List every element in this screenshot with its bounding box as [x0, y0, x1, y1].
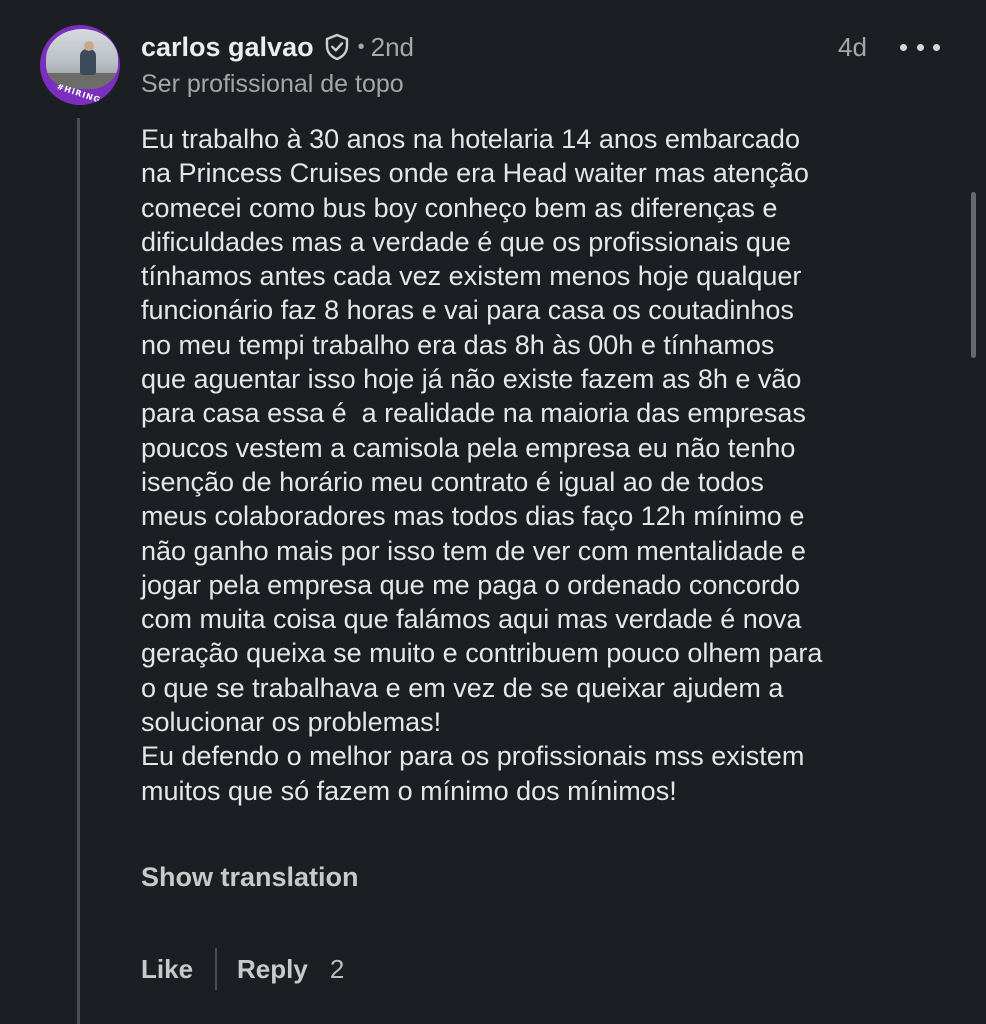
comment-line: jogar pela empresa que me paga o ordenad… [141, 569, 800, 600]
separator-dot: • [357, 35, 365, 58]
comment-timestamp: 4d [838, 32, 867, 62]
comment-line: Eu defendo o melhor para os profissionai… [141, 741, 805, 772]
comment-text: Eu trabalho à 30 anos na hotelaria 14 an… [141, 122, 961, 808]
reply-count[interactable]: 2 [330, 954, 344, 985]
comment-line: Eu trabalho à 30 anos na hotelaria 14 an… [141, 124, 800, 154]
comment-line: geração queixa se muito e contribuem pou… [141, 638, 823, 669]
connection-degree: 2nd [370, 31, 414, 62]
avatar-photo [46, 29, 118, 89]
comment-line: para casa essa é a realidade na maioria … [141, 398, 806, 429]
author-headline: Ser profissional de topo [141, 70, 404, 98]
author-name[interactable]: carlos galvao [141, 32, 314, 63]
comment-header: carlos galvao • 2nd [141, 30, 414, 64]
comment-line: no meu tempi trabalho era das 8h às 00h … [141, 329, 775, 360]
thread-line [77, 118, 80, 1024]
comment-line: tínhamos antes cada vez existem menos ho… [141, 261, 802, 292]
scrollbar[interactable] [971, 192, 976, 358]
comment-line: meus colaboradores mas todos dias faço 1… [141, 501, 805, 532]
comment-line: com muita coisa que falámos aqui mas ver… [141, 604, 802, 635]
comment-line: comecei como bus boy conheço bem as dife… [141, 192, 778, 223]
avatar[interactable]: #HIRING [40, 25, 120, 105]
show-translation-button[interactable]: Show translation [141, 862, 359, 893]
comment-line: o que se trabalhava e em vez de se queix… [141, 672, 784, 703]
more-options-icon[interactable] [900, 30, 940, 64]
comment-line: que aguentar isso hoje já não existe faz… [141, 364, 802, 395]
like-button[interactable]: Like [141, 954, 193, 985]
shield-check-icon [324, 33, 350, 61]
comment-line: não ganho mais por isso tem de ver com m… [141, 535, 806, 566]
comment-line: dificuldades mas a verdade é que os prof… [141, 226, 791, 257]
reply-button[interactable]: Reply [237, 954, 308, 985]
comment-actions: Like Reply 2 [141, 948, 344, 990]
comment-line: isenção de horário meu contrato é igual … [141, 466, 764, 497]
comment-line: na Princess Cruises onde era Head waiter… [141, 158, 809, 189]
comment-line: solucionar os problemas! [141, 707, 442, 738]
comment-line: poucos vestem a camisola pela empresa eu… [141, 432, 796, 463]
comment-line: funcionário faz 8 horas e vai para casa … [141, 295, 794, 326]
comment-line: muitos que só fazem o mínimo dos mínimos… [141, 775, 677, 806]
action-divider [215, 948, 218, 990]
